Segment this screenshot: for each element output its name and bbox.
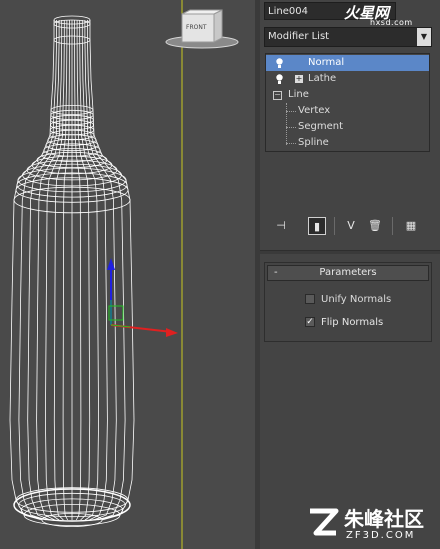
modifier-list-label: Modifier List (268, 31, 330, 42)
viewcube-front-label: FRONT (186, 24, 207, 31)
toolbar-divider (334, 217, 335, 235)
stack-item-lathe[interactable]: + Lathe (266, 71, 429, 87)
pin-stack-icon[interactable]: ⊣ (272, 217, 290, 235)
remove-modifier-icon[interactable]: 🗑 (366, 217, 384, 235)
show-end-result-icon[interactable]: ▮ (308, 217, 326, 235)
stack-item-label: Line (288, 89, 309, 100)
watermark-url: ZF3D.COM (346, 530, 416, 541)
transform-gizmo[interactable] (107, 258, 178, 337)
hxsd-logo-url: hxsd.com (370, 18, 413, 27)
stack-item-label: Normal (308, 57, 345, 68)
section-divider (260, 250, 440, 254)
subobject-label: Vertex (298, 105, 331, 116)
flip-normals-label: Flip Normals (321, 317, 384, 328)
subobject-spline[interactable]: Spline (266, 135, 429, 151)
modify-panel: Line004 火星网 hxsd.com Modifier List ▼ Nor… (260, 0, 440, 549)
modifier-stack: Normal + Lathe − Line Vertex Segment Spl… (265, 53, 430, 152)
parameters-rollout: - Parameters Unify Normals ✓ Flip Normal… (264, 262, 432, 342)
unify-normals-label: Unify Normals (321, 294, 392, 305)
viewport-canvas: FRONT (9, 0, 239, 549)
zf3d-logo-icon (310, 508, 339, 536)
zf3d-watermark: 朱峰社区 ZF3D.COM (306, 503, 436, 545)
stack-toolbar: ⊣ ▮ V 🗑 ▦ (264, 214, 432, 240)
perspective-viewport[interactable]: FRONT (0, 0, 255, 549)
stack-item-line[interactable]: − Line (266, 87, 429, 103)
collapse-symbol: - (274, 267, 278, 278)
subobject-label: Spline (298, 137, 329, 148)
subobject-segment[interactable]: Segment (266, 119, 429, 135)
flip-normals-checkbox[interactable]: ✓ (305, 317, 315, 327)
expand-icon[interactable]: + (295, 75, 303, 83)
collapse-icon[interactable]: − (273, 91, 282, 100)
parameters-title: Parameters (319, 267, 377, 278)
chevron-down-icon[interactable]: ▼ (417, 28, 431, 46)
watermark-text: 朱峰社区 (344, 507, 424, 531)
viewcube[interactable]: FRONT (165, 9, 239, 49)
parameters-rollout-header[interactable]: - Parameters (267, 265, 429, 281)
toolbar-divider (392, 217, 393, 235)
lightbulb-icon[interactable] (275, 58, 284, 68)
bottle-wireframe (9, 15, 135, 528)
stack-item-normal[interactable]: Normal (266, 55, 429, 71)
stack-item-label: Lathe (308, 73, 337, 84)
subobject-vertex[interactable]: Vertex (266, 103, 429, 119)
hxsd-logo: 火星网 hxsd.com (344, 2, 438, 28)
lightbulb-icon[interactable] (275, 74, 284, 84)
modifier-list-dropdown[interactable]: Modifier List ▼ (264, 27, 432, 47)
configure-modifier-sets-icon[interactable]: ▦ (402, 217, 420, 235)
subobject-label: Segment (298, 121, 343, 132)
unify-normals-checkbox[interactable] (305, 294, 315, 304)
make-unique-icon[interactable]: V (342, 217, 360, 235)
